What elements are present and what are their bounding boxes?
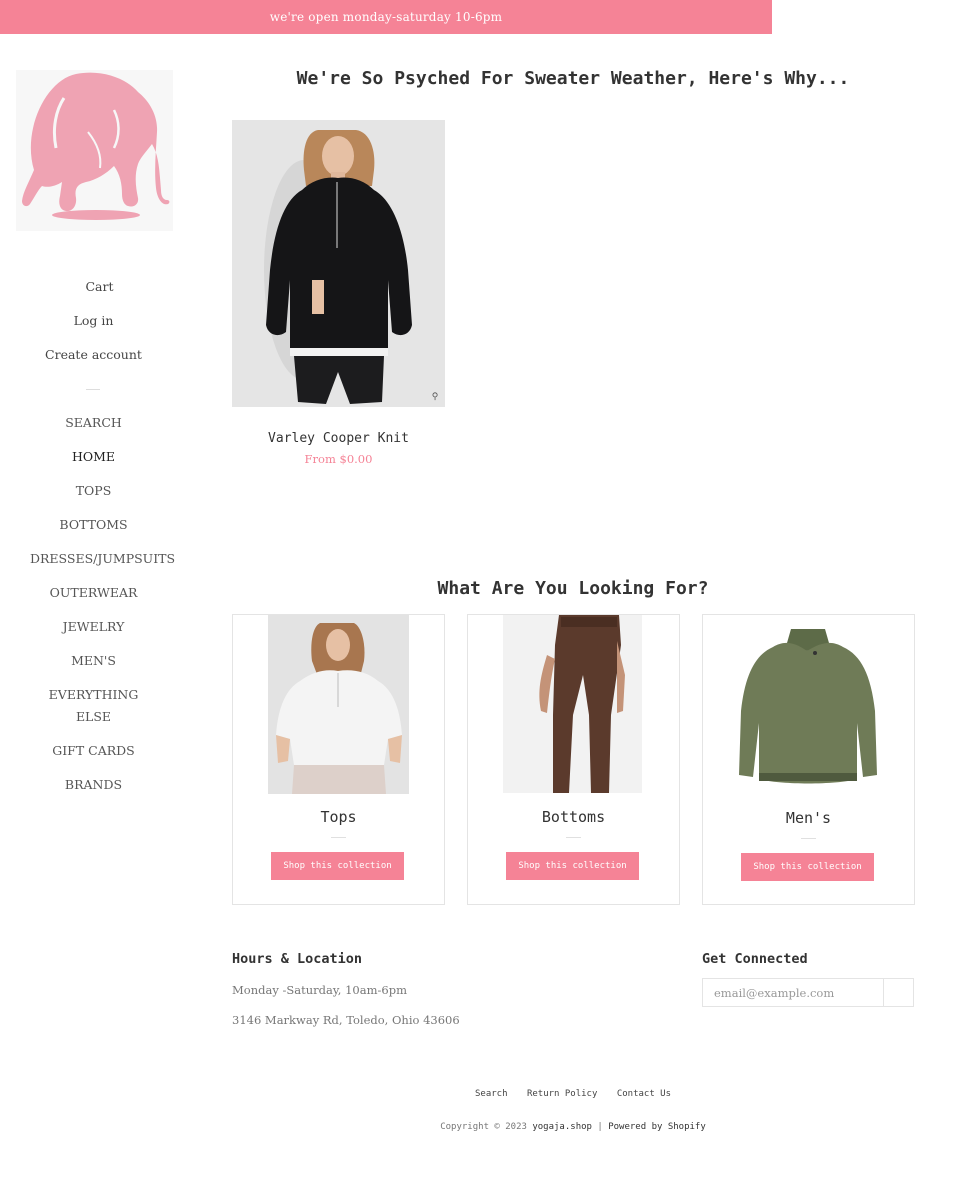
nav-item-home[interactable]: HOME	[0, 446, 187, 468]
nav-item-search[interactable]: SEARCH	[0, 412, 187, 434]
nav-item-mens[interactable]: MEN'S	[0, 650, 187, 672]
store-address: 3146 Markway Rd, Toledo, Ohio 43606	[232, 1013, 460, 1027]
collection-title-bottoms[interactable]: Bottoms	[468, 808, 679, 826]
nav-item-dresses-jumpsuits[interactable]: DRESSES/JUMPSUITS	[0, 548, 187, 570]
login-link[interactable]: Log in	[0, 310, 187, 344]
product-photo	[232, 120, 445, 407]
site-link[interactable]: yogaja.shop	[532, 1122, 592, 1132]
nav-item-brands[interactable]: BRANDS	[0, 774, 187, 796]
copyright-text: Copyright © 2023	[440, 1122, 527, 1132]
nav-item-gift-cards[interactable]: GIFT CARDS	[0, 740, 187, 762]
nav-item-outerwear[interactable]: OUTERWEAR	[0, 582, 187, 604]
bottoms-photo	[503, 615, 642, 793]
copyright: Copyright © 2023 yogaja.shop | Powered b…	[232, 1122, 914, 1132]
product-title[interactable]: Varley Cooper Knit	[232, 431, 445, 446]
nav-item-everything-else[interactable]: EVERYTHING ELSE	[0, 684, 187, 728]
collection-title-mens[interactable]: Men's	[703, 809, 914, 827]
nav-item-jewelry[interactable]: JEWELRY	[0, 616, 187, 638]
footer-link-return-policy[interactable]: Return Policy	[527, 1089, 597, 1099]
get-connected-heading: Get Connected	[702, 951, 808, 967]
newsletter-submit-button[interactable]	[884, 979, 913, 1006]
create-account-link[interactable]: Create account	[0, 344, 187, 378]
tops-photo	[268, 615, 409, 794]
elephant-icon	[22, 72, 170, 220]
collections-title: What Are You Looking For?	[437, 578, 709, 599]
collection-image-tops[interactable]	[268, 615, 409, 794]
shop-tops-button[interactable]: Shop this collection	[271, 852, 404, 880]
main-nav: SEARCH HOME TOPS BOTTOMS DRESSES/JUMPSUI…	[0, 412, 187, 808]
card-divider	[566, 837, 581, 838]
shop-bottoms-button[interactable]: Shop this collection	[506, 852, 639, 880]
featured-collection-title: We're So Psyched For Sweater Weather, He…	[296, 68, 850, 89]
footer-link-search[interactable]: Search	[475, 1089, 508, 1099]
collection-card-bottoms[interactable]: Bottoms Shop this collection	[467, 614, 680, 905]
elephant-logo[interactable]	[16, 70, 173, 231]
collection-card-mens[interactable]: Men's Shop this collection	[702, 614, 915, 905]
newsletter-form	[702, 978, 914, 1007]
sidebar-divider	[86, 389, 100, 390]
collection-title-tops[interactable]: Tops	[233, 808, 444, 826]
product-card[interactable]: ⚲ Varley Cooper Knit From $0.00	[232, 120, 445, 466]
shop-mens-button[interactable]: Shop this collection	[741, 853, 874, 881]
card-divider	[801, 838, 816, 839]
mens-photo	[737, 623, 879, 793]
product-price: From $0.00	[304, 452, 373, 466]
product-image[interactable]: ⚲	[232, 120, 445, 407]
zoom-icon[interactable]: ⚲	[430, 392, 440, 402]
nav-item-tops[interactable]: TOPS	[0, 480, 187, 502]
hours-location-heading: Hours & Location	[232, 951, 363, 967]
collection-image-bottoms[interactable]	[503, 615, 642, 793]
nav-item-bottoms[interactable]: BOTTOMS	[0, 514, 187, 536]
card-divider	[331, 837, 346, 838]
collection-image-mens[interactable]	[737, 623, 879, 793]
store-hours: Monday -Saturday, 10am-6pm	[232, 983, 407, 997]
copyright-separator: |	[597, 1122, 603, 1132]
cart-link[interactable]: Cart	[12, 276, 187, 310]
powered-by-link[interactable]: Powered by Shopify	[608, 1122, 706, 1132]
announcement-bar: we're open monday-saturday 10-6pm	[0, 0, 772, 34]
footer-link-contact[interactable]: Contact Us	[617, 1089, 671, 1099]
collection-card-tops[interactable]: Tops Shop this collection	[232, 614, 445, 905]
announcement-text: we're open monday-saturday 10-6pm	[269, 10, 503, 24]
footer-links: Search Return Policy Contact Us	[232, 1089, 914, 1099]
email-field[interactable]	[703, 979, 884, 1006]
